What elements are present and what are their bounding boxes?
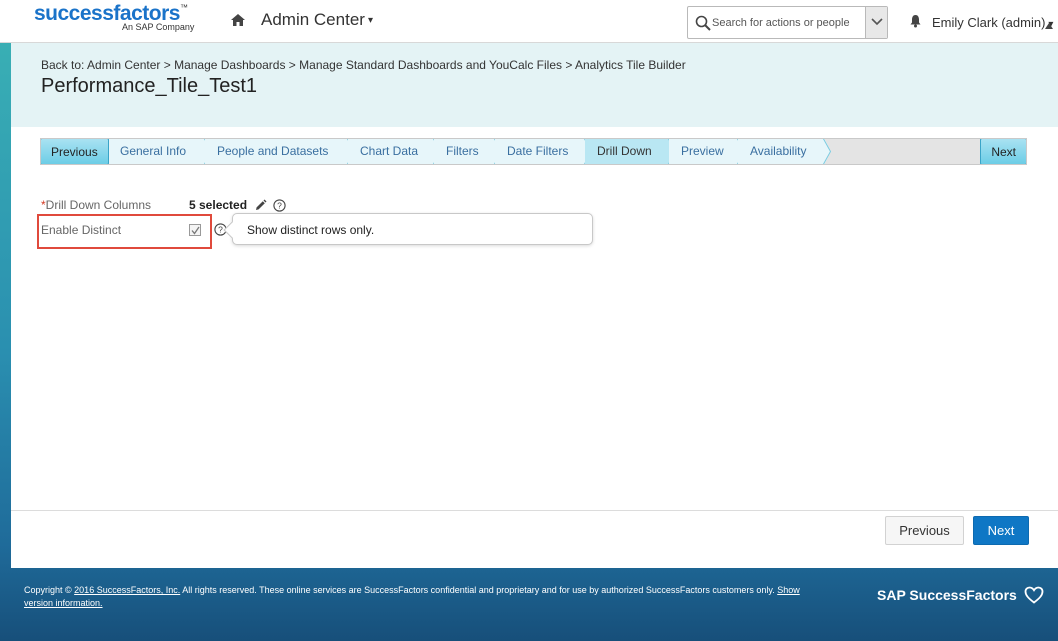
copyright-link[interactable]: 2016 SuccessFactors, Inc. (74, 585, 180, 595)
wizard-step-people-and-datasets[interactable]: People and Datasets (205, 139, 348, 164)
next-button[interactable]: Next (973, 516, 1029, 545)
admin-center-menu[interactable]: Admin Center ▾ (261, 10, 373, 30)
copyright-body: All rights reserved. These online servic… (182, 585, 775, 595)
search-input[interactable] (712, 14, 852, 32)
search-icon (695, 15, 711, 31)
enable-distinct-tooltip: Show distinct rows only. (223, 213, 593, 245)
tooltip-text: Show distinct rows only. (247, 223, 375, 237)
question-circle-icon[interactable]: ? (273, 199, 286, 212)
enable-distinct-checkbox[interactable] (189, 224, 201, 236)
drill-down-columns-value: 5 selected (189, 198, 248, 212)
action-search (687, 6, 888, 39)
breadcrumb[interactable]: Back to: Admin Center > Manage Dashboard… (41, 58, 686, 72)
wizard-step-preview[interactable]: Preview (669, 139, 738, 164)
logo-subtitle: An SAP Company (122, 22, 195, 32)
logo-trademark: ™ (179, 3, 188, 12)
chevron-down-icon: ▾ (367, 15, 373, 26)
footer-copyright: Copyright © 2016 SuccessFactors, Inc. Al… (24, 584, 824, 610)
divider (11, 510, 1058, 511)
drill-down-columns-label: *Drill Down Columns (41, 198, 151, 212)
footer-brand: SAP SuccessFactors (877, 587, 1017, 603)
drill-down-columns-text: Drill Down Columns (45, 198, 152, 212)
scroll-up-arrow-icon[interactable] (1044, 22, 1054, 30)
user-name: Emily Clark (admin) (932, 15, 1046, 30)
search-dropdown-button[interactable] (865, 7, 887, 38)
wizard-step-general-info[interactable]: General Info (108, 139, 205, 164)
wizard-step-availability[interactable]: Availability (738, 139, 824, 164)
heart-icon (1024, 586, 1044, 604)
admin-center-label: Admin Center (261, 10, 365, 29)
wizard-navigation: General Info People and Datasets Chart Dat… (40, 138, 1027, 165)
bell-icon[interactable] (909, 14, 922, 28)
wizard-step-separator (818, 139, 832, 164)
wizard-step-chart-data[interactable]: Chart Data (348, 139, 434, 164)
pencil-icon[interactable] (254, 199, 267, 212)
user-menu[interactable]: Emily Clark (admin) ▾ (932, 15, 1053, 30)
wizard-step-filters[interactable]: Filters (434, 139, 495, 164)
wizard-next-button[interactable]: Next (980, 139, 1026, 164)
wizard-step-date-filters[interactable]: Date Filters (495, 139, 585, 164)
wizard-step-drill-down[interactable]: Drill Down (585, 139, 669, 164)
successfactors-logo[interactable]: successfactors™ An SAP Company (34, 2, 194, 32)
copyright-prefix: Copyright © (24, 585, 72, 595)
enable-distinct-label: Enable Distinct (41, 223, 122, 237)
home-icon[interactable] (230, 13, 246, 27)
top-bar: successfactors™ An SAP Company Admin Cen… (0, 0, 1058, 43)
svg-text:?: ? (277, 201, 282, 211)
previous-button[interactable]: Previous (885, 516, 964, 545)
wizard-previous-button[interactable]: Previous (41, 139, 109, 164)
page-title: Performance_Tile_Test1 (41, 75, 258, 97)
checkmark-icon (191, 226, 200, 235)
chevron-down-icon (871, 18, 883, 26)
main-panel: General Info People and Datasets Chart Dat… (11, 127, 1058, 568)
page-header: Back to: Admin Center > Manage Dashboard… (11, 43, 1058, 127)
